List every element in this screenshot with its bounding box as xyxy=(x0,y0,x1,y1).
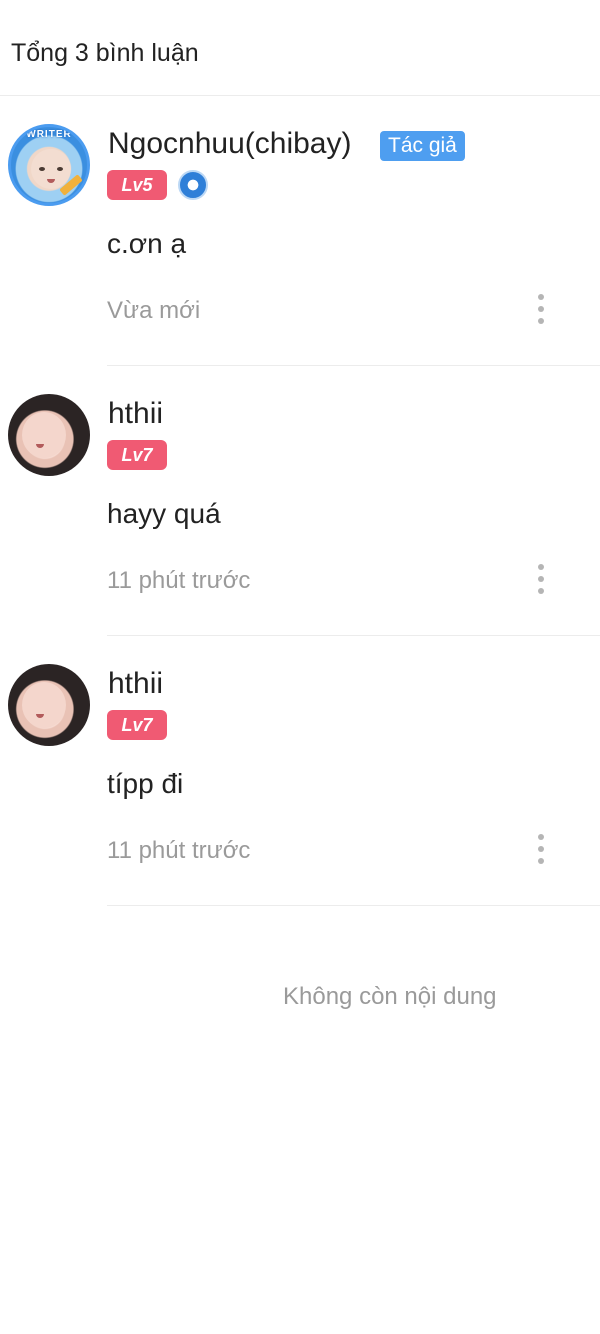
level-badge: Lv7 xyxy=(107,710,167,740)
comment-item: hthii Lv7 hayy quá 11 phút trước xyxy=(0,366,600,636)
more-vertical-icon xyxy=(538,576,544,582)
comment-item: WRITER Ngocnhuu(chibay) Lv5 c.ơn ạ Vừa m… xyxy=(0,96,600,366)
avatar-face xyxy=(22,682,66,728)
username[interactable]: hthii xyxy=(108,396,163,432)
pen-nib-icon xyxy=(178,170,208,200)
avatar-eye xyxy=(39,167,45,171)
author-tag: Tác giả xyxy=(380,131,465,161)
comment-timestamp: Vừa mới xyxy=(107,297,201,324)
no-more-content-text: Không còn nội dung xyxy=(283,983,497,1010)
comment-text: hayy quá xyxy=(107,498,221,529)
comments-header: Tổng 3 bình luận xyxy=(0,0,600,96)
avatar[interactable] xyxy=(8,394,90,476)
comment-timestamp: 11 phút trước xyxy=(107,837,251,864)
comment-timestamp: 11 phút trước xyxy=(107,567,251,594)
avatar[interactable] xyxy=(8,664,90,746)
more-options-button[interactable] xyxy=(528,562,554,598)
avatar-face xyxy=(22,412,66,458)
more-options-button[interactable] xyxy=(528,292,554,328)
more-vertical-icon xyxy=(538,846,544,852)
more-vertical-icon xyxy=(538,834,544,840)
more-vertical-icon xyxy=(538,306,544,312)
avatar-frame-label: WRITER xyxy=(26,129,72,140)
comment-count-title: Tổng 3 bình luận xyxy=(11,39,199,67)
more-vertical-icon xyxy=(538,294,544,300)
comment-text: típp đi xyxy=(107,768,184,799)
username[interactable]: hthii xyxy=(108,666,163,702)
avatar-eye xyxy=(57,167,63,171)
more-options-button[interactable] xyxy=(528,832,554,868)
divider xyxy=(107,905,600,906)
level-badge: Lv5 xyxy=(107,170,167,200)
more-vertical-icon xyxy=(538,564,544,570)
more-vertical-icon xyxy=(538,858,544,864)
more-vertical-icon xyxy=(538,318,544,324)
comment-item: hthii Lv7 típp đi 11 phút trước xyxy=(0,636,600,906)
level-badge: Lv7 xyxy=(107,440,167,470)
avatar[interactable]: WRITER xyxy=(8,124,90,206)
comment-text: c.ơn ạ xyxy=(107,228,187,259)
username[interactable]: Ngocnhuu(chibay) xyxy=(108,126,351,162)
more-vertical-icon xyxy=(538,588,544,594)
